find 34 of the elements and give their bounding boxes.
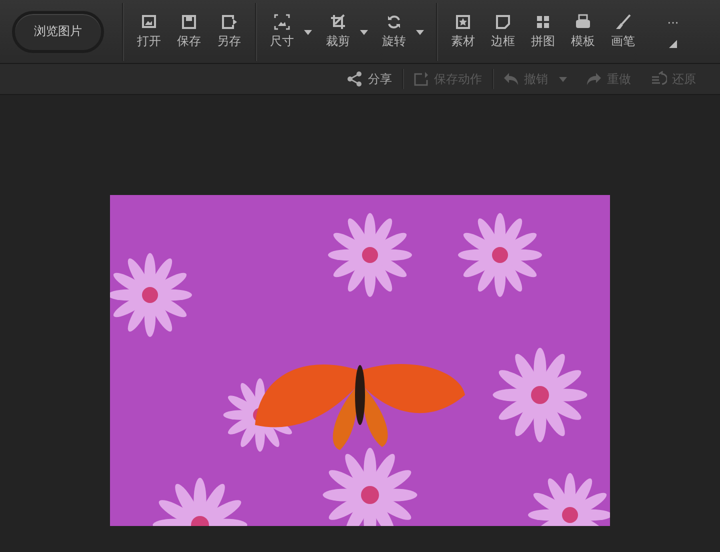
tool-icon	[615, 14, 631, 30]
action-icon	[651, 71, 667, 87]
tool-icon	[330, 14, 346, 30]
tool-icon	[221, 14, 237, 30]
tool-icon	[141, 14, 157, 30]
dropdown-caret-icon[interactable]	[302, 28, 314, 36]
tool-icon	[274, 14, 290, 30]
tool-icon	[455, 14, 471, 30]
browse-images-button[interactable]: 浏览图片	[12, 10, 104, 52]
more-button[interactable]: ···	[667, 16, 679, 30]
tool-icon	[575, 14, 591, 30]
action-icon	[413, 71, 429, 87]
toolbar-button[interactable]: 另存	[209, 14, 249, 50]
toolbar-button[interactable]: 尺寸	[262, 14, 302, 50]
toolbar-button[interactable]: 模板	[563, 14, 603, 50]
toolbar-button[interactable]: 旋转	[374, 14, 414, 50]
tool-icon	[535, 14, 551, 30]
toolbar-button[interactable]: 画笔	[603, 14, 643, 50]
toolbar-button[interactable]: 拼图	[523, 14, 563, 50]
toolbar-button[interactable]: 保存	[169, 14, 209, 50]
action-icon	[347, 71, 363, 87]
action-icon	[586, 71, 602, 87]
tool-icon	[386, 14, 402, 30]
dropdown-caret-icon[interactable]	[358, 28, 370, 36]
action-icon	[503, 71, 519, 87]
toolbar-button[interactable]: 素材	[443, 14, 483, 50]
action-button[interactable]: 分享	[337, 68, 402, 90]
toolbar-button[interactable]: 边框	[483, 14, 523, 50]
toolbar-button[interactable]: 裁剪	[318, 14, 358, 50]
dropdown-caret-icon[interactable]	[414, 28, 426, 36]
toolbar-button[interactable]: 打开	[129, 14, 169, 50]
tool-icon	[495, 14, 511, 30]
expand-corner-icon[interactable]	[669, 40, 677, 48]
tool-icon	[181, 14, 197, 30]
